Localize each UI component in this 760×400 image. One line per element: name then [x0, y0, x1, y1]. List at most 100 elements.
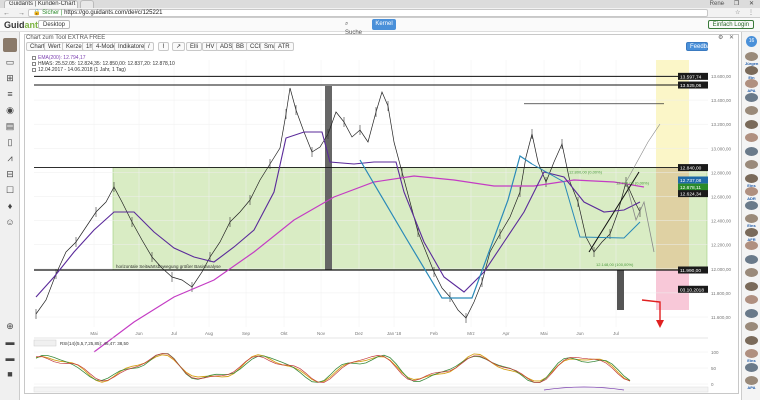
- url-text: https://go.guidants.com/de#c/125221: [64, 10, 163, 16]
- follower-avatar[interactable]: [745, 281, 758, 296]
- url-input[interactable]: 🔒 Sicher | https://go.guidants.com/de#c/…: [28, 9, 708, 17]
- follower-avatar[interactable]: [745, 133, 758, 147]
- toolbar-button-t3[interactable]: ↗: [172, 42, 186, 51]
- stop-icon[interactable]: ■: [4, 368, 16, 380]
- legend-range: 12.04.2017 - 14.06.2018 (1 Jahr, 1 Tag): [32, 67, 175, 73]
- browser-tab[interactable]: Guidants | Kunden-Chart: [4, 0, 78, 8]
- price-axis-label: 03.10.2018: [680, 287, 704, 293]
- follower-avatar[interactable]: Eins: [745, 173, 758, 188]
- follower-avatar[interactable]: [745, 308, 758, 323]
- trend-icon[interactable]: ⩘: [4, 152, 16, 164]
- toolbar-button-t2[interactable]: ⌇: [158, 42, 169, 51]
- app-header: Guidants Desktop ⌕ Suche Kernel Einfach …: [0, 18, 760, 36]
- fib-label: 12.800,00 (0,00%): [569, 170, 603, 175]
- avatar: [745, 227, 758, 237]
- avatar: [745, 92, 758, 102]
- login-button[interactable]: Einfach Login: [707, 20, 754, 29]
- x-tick-label: Jun: [135, 331, 143, 336]
- card-icon[interactable]: ▤: [4, 120, 16, 132]
- y-tick-label: 12.400,00: [711, 219, 732, 224]
- price-axis-label: 13.597,74: [680, 74, 702, 80]
- y-tick-label: 12.200,00: [711, 243, 732, 248]
- follower-avatar[interactable]: Ein: [745, 65, 758, 80]
- list-icon[interactable]: ≡: [4, 88, 16, 100]
- panel-window-controls[interactable]: ⚙ ✕: [718, 34, 736, 42]
- new-tab-button[interactable]: [80, 0, 94, 8]
- bell-icon[interactable]: ♦: [4, 200, 16, 212]
- avatar: [745, 146, 758, 156]
- panel-title: Chart zum Tool EXTRA FREE: [26, 35, 106, 41]
- y-tick-label: 13.400,00: [711, 98, 732, 103]
- toolbar-button-t4[interactable]: Elli: [186, 42, 203, 51]
- user-icon[interactable]: ☺: [4, 216, 16, 228]
- avatar: [745, 308, 758, 318]
- follower-avatar[interactable]: [745, 295, 758, 309]
- x-tick-label: Dez: [355, 331, 364, 336]
- avatar: [745, 200, 758, 210]
- x-tick-label: Feb: [430, 331, 438, 336]
- follower-avatar[interactable]: [745, 322, 758, 336]
- follower-avatar[interactable]: [745, 160, 758, 174]
- follower-avatar[interactable]: [745, 200, 758, 215]
- osc-tick-label: 100: [711, 350, 719, 355]
- y-tick-label: 12.600,00: [711, 195, 732, 200]
- follower-avatar[interactable]: Jürgen: [745, 52, 758, 66]
- browser-extension-icons[interactable]: ☆ ⋮: [735, 9, 757, 17]
- follower-avatar[interactable]: APA: [745, 376, 758, 390]
- follower-avatar[interactable]: [745, 268, 758, 282]
- x-tick-label: Mrz: [467, 331, 475, 336]
- toolbar-button-t10[interactable]: ATR: [274, 42, 294, 51]
- search-icon: ⌕: [345, 21, 349, 27]
- y-tick-label: 11.800,00: [711, 291, 731, 296]
- feedback-button[interactable]: Feedback: [686, 42, 716, 51]
- red-arrow-head: [656, 320, 664, 328]
- follower-avatar[interactable]: [745, 146, 758, 161]
- follower-avatar[interactable]: APA: [745, 79, 758, 93]
- folder-icon[interactable]: ▬: [4, 336, 16, 348]
- price-chart[interactable]: horizontale Seitwärtsbewegung größer Bas…: [24, 52, 741, 394]
- follower-avatar[interactable]: [745, 362, 758, 377]
- follower-avatar[interactable]: Eins: [745, 214, 758, 228]
- follower-avatar[interactable]: [745, 241, 758, 255]
- desktop-button[interactable]: Desktop: [38, 20, 71, 29]
- chart-toolbar: Chart Wert Kerzen 1h 4-Modelle Indikatoren / ⌇ ↗…: [26, 42, 738, 52]
- window-controls[interactable]: – ❐ ✕: [721, 0, 758, 8]
- folder-icon[interactable]: ▬: [4, 352, 16, 364]
- oscillator-label: RSI(14)(5,5,7,25,85): 46,47: 38,50: [60, 341, 129, 346]
- price-axis-label: 11.990,00: [680, 268, 701, 274]
- avatar: [745, 362, 758, 372]
- follower-avatar[interactable]: [745, 335, 758, 350]
- follower-avatar[interactable]: [745, 119, 758, 134]
- chart-nav-button[interactable]: Kernel: [372, 19, 396, 30]
- chart-icon[interactable]: ⊞: [4, 72, 16, 84]
- avatar: [745, 133, 758, 142]
- follower-avatar[interactable]: Eins: [745, 349, 758, 363]
- x-tick-label: Aug: [205, 331, 214, 336]
- avatar[interactable]: [3, 38, 17, 52]
- follower-avatar[interactable]: [745, 106, 758, 120]
- toolbar-button-t1[interactable]: /: [144, 42, 154, 51]
- x-tick-label: Mai: [540, 331, 547, 336]
- left-sidebar: ▭ ⊞ ≡ ◉ ▤ ▯ ⩘ ⊟ ☐ ♦ ☺ ⊕ ▬ ▬ ■: [0, 32, 20, 400]
- follower-avatar[interactable]: AFR: [745, 227, 758, 242]
- avatar: [745, 268, 758, 277]
- x-tick-label: Okt: [280, 331, 288, 336]
- x-tick-label: Jul: [171, 331, 177, 336]
- monitor-icon[interactable]: ▭: [4, 56, 16, 68]
- avatar: [745, 349, 758, 358]
- book-icon[interactable]: ▯: [4, 136, 16, 148]
- fib-label: 12.700,00 (0,00%): [616, 180, 650, 185]
- search-button[interactable]: ⌕ Suche: [345, 20, 367, 36]
- follower-avatar[interactable]: [745, 254, 758, 269]
- chart-legend: EMA(200): 12.794,17 HMAS: 25.52.05: 12.8…: [32, 55, 175, 73]
- grid-icon[interactable]: ⊟: [4, 168, 16, 180]
- eye-icon[interactable]: ◉: [4, 104, 16, 116]
- follower-avatar[interactable]: ADR: [745, 187, 758, 201]
- notification-badge[interactable]: 16: [746, 36, 757, 47]
- phone-icon[interactable]: ☐: [4, 184, 16, 196]
- avatar: [745, 214, 758, 223]
- y-tick-label: 13.200,00: [711, 122, 732, 127]
- plus-icon[interactable]: ⊕: [4, 320, 16, 332]
- follower-avatar[interactable]: [745, 92, 758, 107]
- price-axis-label: 12.737,08: [680, 178, 702, 184]
